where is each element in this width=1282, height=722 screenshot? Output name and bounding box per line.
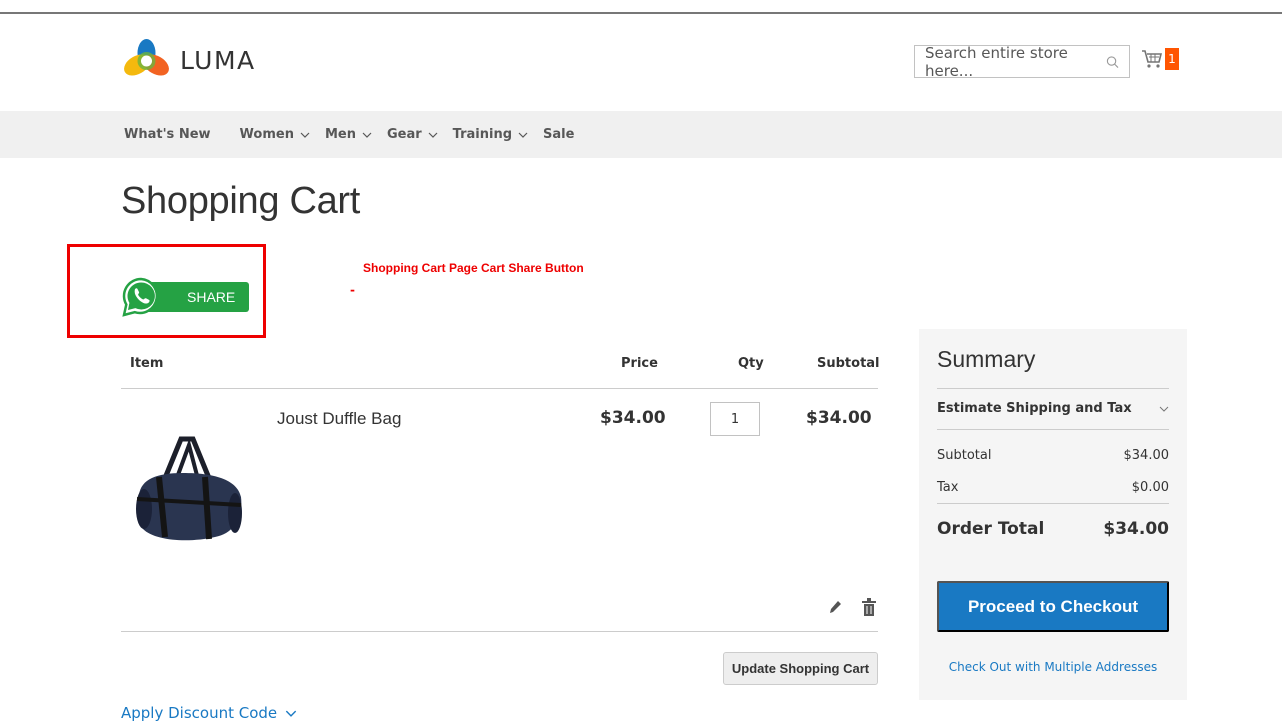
estimate-label: Estimate Shipping and Tax: [937, 401, 1132, 416]
update-cart-button[interactable]: Update Shopping Cart: [723, 652, 878, 685]
tax-label: Tax: [937, 480, 959, 495]
column-header-item: Item: [130, 356, 164, 371]
search-placeholder: Search entire store here...: [925, 43, 1068, 80]
trash-icon[interactable]: [862, 598, 876, 616]
column-header-subtotal: Subtotal: [817, 356, 880, 371]
luma-logo-icon: [124, 39, 169, 76]
quantity-input[interactable]: 1: [710, 402, 760, 436]
pencil-edit-icon[interactable]: [828, 599, 842, 615]
summary-divider: [937, 503, 1169, 504]
nav-label: Sale: [543, 127, 575, 142]
cart-icon: [1142, 50, 1163, 68]
nav-label: Men: [324, 127, 356, 142]
page-title: Shopping Cart: [121, 180, 361, 222]
nav-label: Training: [452, 127, 513, 142]
cart-count-badge: 1: [1165, 48, 1179, 70]
nav-item-men[interactable]: Men: [325, 127, 372, 142]
summary-divider: [937, 388, 1169, 389]
summary-title: Summary: [937, 346, 1036, 372]
order-summary-panel: Summary Estimate Shipping and Tax Subtot…: [919, 329, 1187, 700]
top-divider: [0, 12, 1282, 14]
annotation-text: Shopping Cart Page Cart Share Button: [363, 261, 584, 275]
whatsapp-icon: [122, 277, 159, 317]
logo-text: LUMA: [180, 46, 256, 75]
search-icon[interactable]: [1106, 55, 1119, 69]
multishipping-link[interactable]: Check Out with Multiple Addresses: [937, 660, 1169, 674]
whatsapp-share-button[interactable]: SHARE: [121, 276, 249, 318]
subtotal-row: Subtotal $34.00: [937, 448, 1169, 463]
item-price: $34.00: [600, 408, 666, 428]
item-subtotal: $34.00: [806, 408, 872, 428]
chevron-down-icon: [300, 132, 310, 138]
chevron-down-icon: [1159, 406, 1169, 412]
nav-item-training[interactable]: Training: [453, 127, 528, 142]
main-navigation: What's New Women Men Gear Training Sale: [0, 111, 1282, 158]
column-header-price: Price: [621, 356, 658, 371]
estimate-shipping-toggle[interactable]: Estimate Shipping and Tax: [937, 401, 1169, 416]
column-header-qty: Qty: [738, 356, 764, 371]
summary-divider: [937, 429, 1169, 430]
nav-item-whats-new[interactable]: What's New: [124, 127, 211, 142]
discount-label: Apply Discount Code: [121, 704, 278, 722]
table-divider: [121, 631, 878, 632]
nav-item-gear[interactable]: Gear: [387, 127, 438, 142]
nav-item-women[interactable]: Women: [240, 127, 310, 142]
order-total-value: $34.00: [1103, 519, 1169, 539]
subtotal-label: Subtotal: [937, 448, 992, 463]
chevron-down-icon: [285, 710, 297, 717]
order-total-row: Order Total $34.00: [937, 519, 1169, 539]
chevron-down-icon: [428, 132, 438, 138]
store-logo[interactable]: LUMA: [123, 37, 256, 84]
nav-label: Gear: [386, 127, 422, 142]
search-input[interactable]: Search entire store here...: [914, 43, 1130, 80]
nav-item-sale[interactable]: Sale: [543, 127, 574, 142]
annotation-dash: -: [350, 283, 355, 297]
product-image[interactable]: [133, 433, 245, 545]
apply-discount-toggle[interactable]: Apply Discount Code: [121, 704, 297, 722]
nav-label: What's New: [124, 127, 211, 142]
subtotal-value: $34.00: [1123, 448, 1170, 463]
nav-label: Women: [239, 127, 294, 142]
product-name-link[interactable]: Joust Duffle Bag: [277, 409, 401, 429]
chevron-down-icon: [362, 132, 372, 138]
proceed-to-checkout-button[interactable]: Proceed to Checkout: [937, 581, 1169, 632]
tax-row: Tax $0.00: [937, 480, 1169, 495]
minicart-button[interactable]: 1: [1141, 48, 1179, 70]
chevron-down-icon: [518, 132, 528, 138]
order-total-label: Order Total: [937, 519, 1045, 539]
table-divider: [121, 388, 878, 389]
tax-value: $0.00: [1131, 480, 1169, 495]
